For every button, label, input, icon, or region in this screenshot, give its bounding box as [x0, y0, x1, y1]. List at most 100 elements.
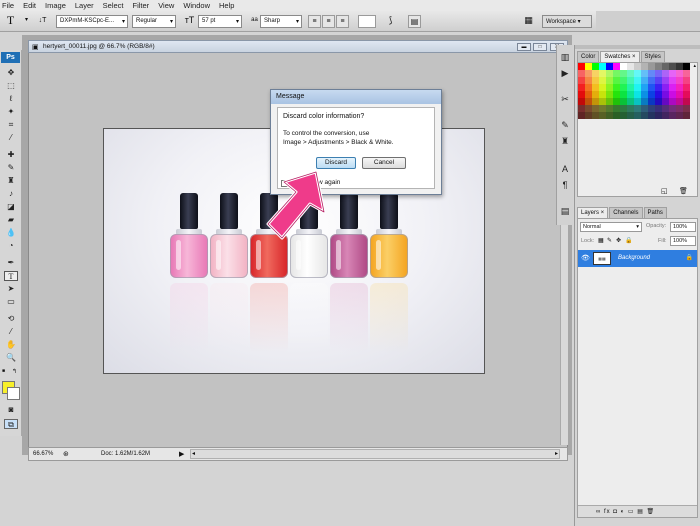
swatch[interactable] — [620, 63, 627, 70]
swatch[interactable] — [676, 77, 683, 84]
history-brush-tool-icon[interactable]: ♪ — [4, 189, 18, 199]
swatch[interactable] — [655, 63, 662, 70]
swatch[interactable] — [585, 105, 592, 112]
dodge-tool-icon[interactable]: ◔ — [4, 241, 18, 251]
swatch[interactable] — [676, 70, 683, 77]
swatch[interactable] — [648, 105, 655, 112]
menu-layer[interactable]: Layer — [75, 1, 94, 10]
tab-layers[interactable]: Layers × — [577, 207, 609, 218]
swatch[interactable] — [585, 84, 592, 91]
swatch[interactable] — [578, 84, 585, 91]
scroll-left-icon[interactable]: ◂ — [192, 450, 195, 457]
blend-mode-select[interactable]: Normal ▾ — [580, 222, 642, 232]
screen-mode-icon[interactable]: ⧉ — [4, 419, 18, 429]
swatch[interactable] — [599, 77, 606, 84]
swatch[interactable] — [662, 98, 669, 105]
swatch[interactable] — [634, 112, 641, 119]
clone-stamp-tool-icon[interactable]: ♜ — [4, 176, 18, 186]
swatch[interactable] — [613, 105, 620, 112]
swatch[interactable] — [655, 70, 662, 77]
minimize-icon[interactable]: ▬ — [517, 43, 531, 51]
swatch[interactable] — [683, 77, 690, 84]
swatch[interactable] — [676, 112, 683, 119]
shape-tool-icon[interactable]: ▭ — [4, 297, 18, 307]
workspace-menu[interactable]: Workspace ▾ — [542, 15, 592, 28]
align-center-icon[interactable]: ≡ — [322, 15, 335, 28]
swatch[interactable] — [585, 112, 592, 119]
palettes-toggle-icon[interactable]: ▤ — [408, 15, 421, 28]
type-tool-icon[interactable]: T — [4, 271, 18, 281]
swatch[interactable] — [669, 77, 676, 84]
swatch[interactable] — [592, 70, 599, 77]
tab-channels[interactable]: Channels — [609, 207, 643, 218]
path-selection-tool-icon[interactable]: ➤ — [4, 284, 18, 294]
visibility-eye-icon[interactable]: 👁 — [581, 254, 590, 262]
swatch[interactable] — [662, 84, 669, 91]
swatch[interactable] — [613, 91, 620, 98]
swatch[interactable] — [641, 112, 648, 119]
swatch[interactable] — [620, 77, 627, 84]
swatch[interactable] — [676, 84, 683, 91]
swatch[interactable] — [620, 98, 627, 105]
swatch[interactable] — [592, 77, 599, 84]
swatch[interactable] — [585, 63, 592, 70]
paragraph-panel-icon[interactable]: ¶ — [559, 179, 571, 191]
character-panel-icon[interactable]: A — [559, 163, 571, 175]
swatch[interactable] — [669, 91, 676, 98]
tab-styles[interactable]: Styles — [640, 51, 665, 62]
swatch[interactable] — [655, 112, 662, 119]
swatch[interactable] — [627, 70, 634, 77]
tool-presets-icon[interactable]: ✂ — [559, 93, 571, 105]
magic-wand-tool-icon[interactable]: ✦ — [4, 107, 18, 117]
document-tab[interactable]: ▣ hertyert_00011.jpg @ 66.7% (RGB/8#) ▬ … — [28, 40, 568, 53]
swatch[interactable] — [599, 84, 606, 91]
align-right-icon[interactable]: ≡ — [336, 15, 349, 28]
swatch[interactable] — [669, 84, 676, 91]
panel-collapse-bar[interactable] — [575, 45, 700, 49]
swatch[interactable] — [683, 84, 690, 91]
swatch[interactable] — [599, 98, 606, 105]
swatch[interactable] — [613, 77, 620, 84]
maximize-icon[interactable]: □ — [533, 43, 547, 51]
swatch[interactable] — [578, 70, 585, 77]
swatch[interactable] — [620, 70, 627, 77]
swatch[interactable] — [662, 112, 669, 119]
swatch[interactable] — [592, 105, 599, 112]
swatch[interactable] — [683, 112, 690, 119]
swatch[interactable] — [655, 98, 662, 105]
move-tool-icon[interactable]: ✥ — [4, 68, 18, 78]
swatch[interactable] — [655, 105, 662, 112]
chevron-down-icon[interactable]: ▾ — [20, 15, 33, 28]
blur-tool-icon[interactable]: 💧 — [4, 228, 18, 238]
clone-source-icon[interactable]: ♜ — [559, 135, 571, 147]
swatch[interactable] — [627, 63, 634, 70]
status-info-icon[interactable]: ⊛ — [63, 450, 69, 458]
swatch[interactable] — [676, 105, 683, 112]
hand-tool-icon[interactable]: ✋ — [4, 340, 18, 350]
swatch[interactable] — [599, 70, 606, 77]
notes-panel-icon[interactable]: ▤ — [559, 205, 571, 217]
swatch[interactable] — [585, 70, 592, 77]
eraser-tool-icon[interactable]: ◪ — [4, 202, 18, 212]
swatch[interactable] — [641, 105, 648, 112]
swatch[interactable] — [599, 63, 606, 70]
crop-tool-icon[interactable]: ⌗ — [4, 120, 18, 130]
swatch-scroll-up-icon[interactable]: ▴ — [693, 63, 696, 69]
font-family-select[interactable]: DXPmM-KSCpc-E... ▾ — [56, 15, 128, 28]
swatch[interactable] — [613, 63, 620, 70]
background-color-swatch[interactable] — [7, 387, 20, 400]
swatch[interactable] — [669, 98, 676, 105]
lock-all-icon[interactable]: 🔒 — [625, 237, 632, 244]
swatch[interactable] — [606, 77, 613, 84]
swatch[interactable] — [669, 63, 676, 70]
status-menu-arrow-icon[interactable]: ▶ — [179, 450, 184, 458]
swatch[interactable] — [655, 84, 662, 91]
lock-position-icon[interactable]: ✥ — [616, 237, 621, 244]
swatch[interactable] — [634, 91, 641, 98]
brush-tool-icon[interactable]: ✎ — [4, 163, 18, 173]
lock-transparency-icon[interactable]: ▦ — [598, 237, 604, 244]
scroll-right-icon[interactable]: ▸ — [555, 450, 558, 457]
swatch[interactable] — [641, 84, 648, 91]
swatch[interactable] — [606, 70, 613, 77]
swatch[interactable] — [648, 77, 655, 84]
